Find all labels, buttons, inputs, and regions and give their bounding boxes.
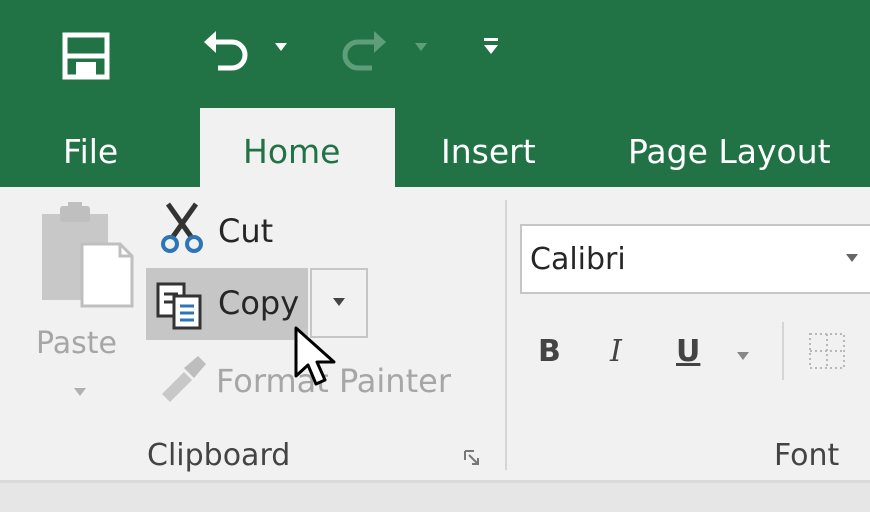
undo-dropdown-icon[interactable] (274, 42, 288, 52)
redo-icon[interactable] (338, 28, 390, 76)
undo-icon[interactable] (200, 28, 252, 76)
title-bar (0, 0, 870, 107)
customize-qat-icon[interactable] (483, 36, 499, 56)
paste-icon[interactable] (38, 202, 134, 308)
copy-label[interactable]: Copy (218, 284, 299, 322)
cut-label[interactable]: Cut (218, 212, 273, 250)
underline-dropdown-icon[interactable] (737, 352, 749, 360)
tab-file[interactable]: File (63, 132, 118, 172)
clipboard-group-label: Clipboard (147, 438, 291, 473)
font-separator (782, 322, 784, 380)
font-group-label: Font (774, 438, 840, 473)
tab-home-label[interactable]: Home (243, 132, 340, 172)
dialog-launcher-icon[interactable] (464, 450, 480, 466)
redo-dropdown-icon[interactable] (414, 42, 428, 52)
paste-label[interactable]: Paste (36, 326, 117, 361)
scissors-icon[interactable] (160, 200, 204, 254)
tab-page-layout[interactable]: Page Layout (628, 132, 831, 172)
italic-button[interactable]: I (610, 334, 622, 369)
copy-icon (156, 282, 202, 330)
paste-dropdown-icon[interactable] (74, 388, 86, 396)
borders-icon[interactable] (808, 332, 846, 370)
underline-button[interactable]: U (676, 334, 700, 369)
format-painter-icon[interactable] (158, 354, 208, 402)
bold-button[interactable]: B (538, 334, 561, 369)
formula-bar-area (0, 483, 870, 512)
copy-dropdown-arrow-icon (333, 298, 345, 306)
font-name-dropdown-icon[interactable] (846, 254, 858, 262)
font-name-value[interactable]: Calibri (530, 242, 626, 277)
save-icon[interactable] (62, 32, 110, 80)
mouse-cursor-icon (294, 326, 336, 386)
group-separator (505, 200, 507, 470)
tab-insert[interactable]: Insert (441, 132, 536, 172)
